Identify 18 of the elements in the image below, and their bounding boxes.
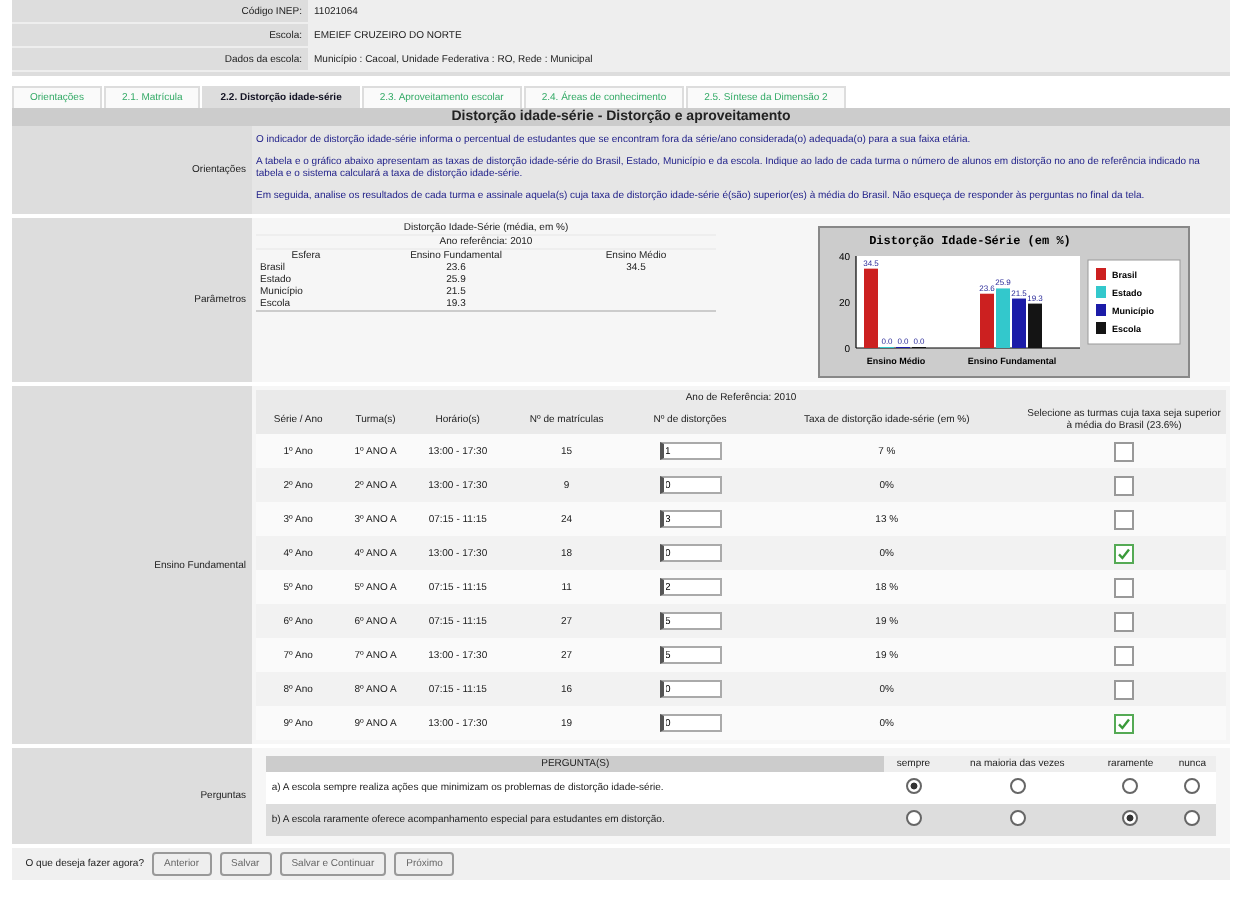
checkbox[interactable] [1114, 509, 1134, 529]
checkbox[interactable] [1114, 543, 1134, 563]
checkbox[interactable] [1114, 577, 1134, 597]
checkbox[interactable] [1114, 679, 1134, 699]
radio-button[interactable] [1009, 810, 1026, 826]
radio-button[interactable] [1009, 778, 1026, 794]
checkbox[interactable] [1114, 475, 1134, 495]
radio-button[interactable] [905, 810, 922, 826]
checkbox[interactable] [1114, 713, 1134, 733]
checkbox[interactable] [1114, 645, 1134, 665]
radio-button[interactable] [905, 778, 922, 794]
checkbox[interactable] [1114, 611, 1134, 631]
radio-button[interactable] [1122, 778, 1139, 794]
chart-legend [1087, 259, 1181, 345]
radio-button[interactable] [1184, 810, 1201, 826]
radio-button[interactable] [1122, 810, 1139, 826]
radio-button[interactable] [1184, 778, 1201, 794]
checkbox[interactable] [1114, 441, 1134, 461]
